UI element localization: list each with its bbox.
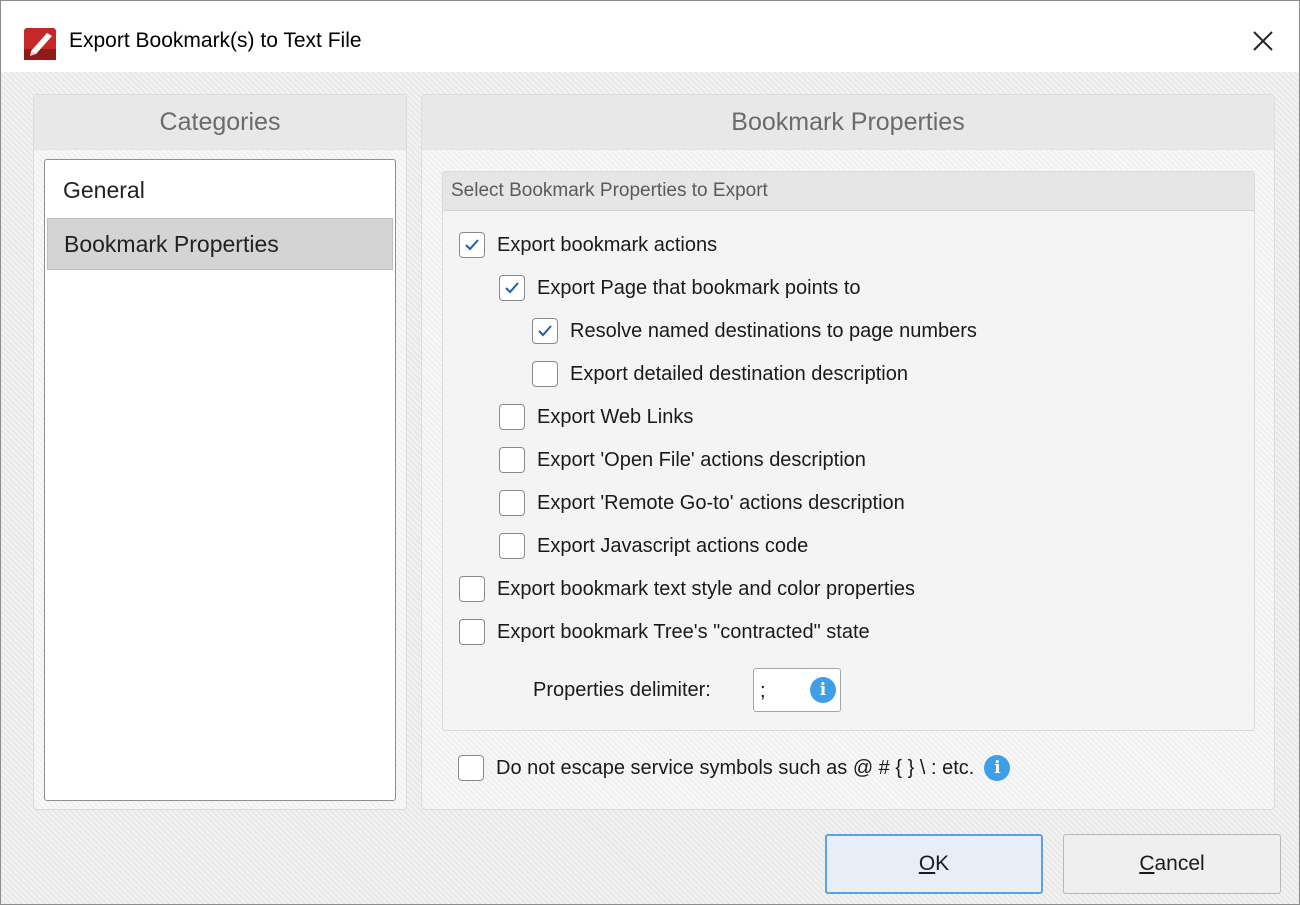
option-text-style-color[interactable]: Export bookmark text style and color pro… xyxy=(459,576,915,602)
categories-panel: Categories General Bookmark Properties xyxy=(33,94,407,810)
cancel-button[interactable]: Cancel xyxy=(1063,834,1281,894)
checkbox[interactable] xyxy=(499,404,525,430)
bookmark-properties-header: Bookmark Properties xyxy=(422,95,1274,150)
option-label: Export bookmark Tree's "contracted" stat… xyxy=(497,620,870,643)
export-bookmarks-dialog: Export Bookmark(s) to Text File Categori… xyxy=(0,0,1300,905)
option-label: Export Page that bookmark points to xyxy=(537,276,861,299)
checkbox[interactable] xyxy=(459,232,485,258)
category-item-general[interactable]: General xyxy=(47,164,393,216)
option-detailed-destination[interactable]: Export detailed destination description xyxy=(532,361,908,387)
info-icon[interactable]: i xyxy=(984,755,1011,781)
checkbox[interactable] xyxy=(499,490,525,516)
checkbox[interactable] xyxy=(499,447,525,473)
cancel-label-rest: ancel xyxy=(1154,852,1205,875)
option-do-not-escape[interactable]: Do not escape service symbols such as @ … xyxy=(458,755,1011,781)
close-button[interactable] xyxy=(1241,19,1285,63)
checkbox[interactable] xyxy=(458,755,484,781)
ok-label-rest: K xyxy=(935,852,950,875)
option-label: Export bookmark text style and color pro… xyxy=(497,577,915,600)
ok-button[interactable]: OK xyxy=(825,834,1043,894)
categories-header: Categories xyxy=(34,95,406,150)
option-label: Export bookmark actions xyxy=(497,233,718,256)
checkmark-icon xyxy=(505,282,519,294)
option-resolve-named-destinations[interactable]: Resolve named destinations to page numbe… xyxy=(532,318,977,344)
ok-mnemonic: O xyxy=(918,852,936,875)
option-label: Export Web Links xyxy=(537,405,694,428)
option-label: Export 'Open File' actions description xyxy=(537,448,866,471)
option-javascript-actions[interactable]: Export Javascript actions code xyxy=(499,533,808,559)
delimiter-label: Properties delimiter: xyxy=(533,679,711,701)
checkmark-icon xyxy=(465,239,479,251)
dialog-title: Export Bookmark(s) to Text File xyxy=(69,29,362,52)
cancel-mnemonic: C xyxy=(1139,852,1155,875)
checkbox[interactable] xyxy=(499,275,525,301)
option-label: Export 'Remote Go-to' actions descriptio… xyxy=(537,491,905,514)
checkbox[interactable] xyxy=(532,318,558,344)
info-icon[interactable]: i xyxy=(810,677,836,703)
option-export-bookmark-actions[interactable]: Export bookmark actions xyxy=(459,232,717,258)
option-label: Do not escape service symbols such as @ … xyxy=(496,756,975,779)
title-bar: Export Bookmark(s) to Text File xyxy=(1,1,1299,71)
option-label: Export Javascript actions code xyxy=(537,534,809,557)
export-properties-group: Select Bookmark Properties to Export Exp… xyxy=(442,171,1255,731)
option-export-page[interactable]: Export Page that bookmark points to xyxy=(499,275,861,301)
checkmark-icon xyxy=(538,325,552,337)
checkbox[interactable] xyxy=(459,619,485,645)
button-bar: OK Cancel xyxy=(1,820,1299,904)
checkbox[interactable] xyxy=(459,576,485,602)
option-export-web-links[interactable]: Export Web Links xyxy=(499,404,693,430)
delimiter-field: i xyxy=(753,668,841,712)
pdf-editor-app-icon xyxy=(24,28,56,60)
option-contracted-state[interactable]: Export bookmark Tree's "contracted" stat… xyxy=(459,619,870,645)
option-label: Resolve named destinations to page numbe… xyxy=(570,319,977,342)
delimiter-input[interactable] xyxy=(758,677,802,705)
option-remote-goto-actions[interactable]: Export 'Remote Go-to' actions descriptio… xyxy=(499,490,905,516)
dialog-body: Categories General Bookmark Properties B… xyxy=(1,72,1299,904)
checkbox[interactable] xyxy=(532,361,558,387)
close-icon xyxy=(1253,31,1273,51)
checkbox[interactable] xyxy=(499,533,525,559)
group-title: Select Bookmark Properties to Export xyxy=(443,172,1254,211)
category-item-bookmark-properties[interactable]: Bookmark Properties xyxy=(47,218,393,270)
option-label: Export detailed destination description xyxy=(570,362,908,385)
option-open-file-actions[interactable]: Export 'Open File' actions description xyxy=(499,447,866,473)
categories-list: General Bookmark Properties xyxy=(44,159,396,801)
bookmark-properties-panel: Bookmark Properties Select Bookmark Prop… xyxy=(421,94,1275,810)
